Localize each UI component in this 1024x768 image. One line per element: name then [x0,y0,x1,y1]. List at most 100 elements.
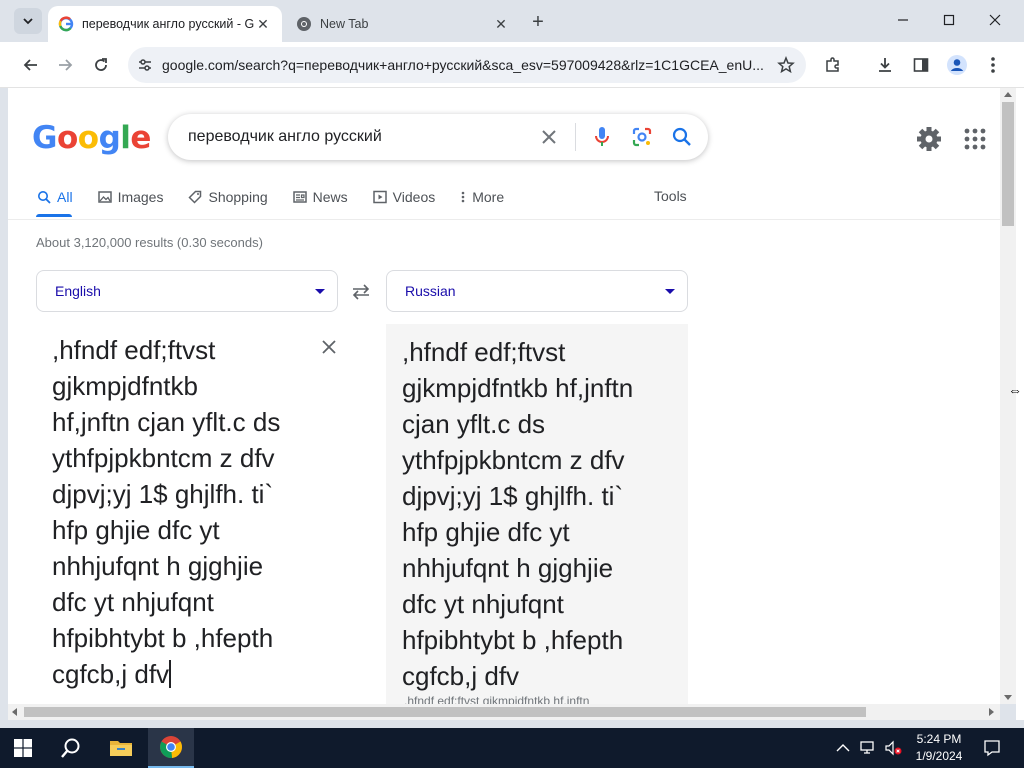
settings-gear-icon[interactable] [916,126,942,152]
nav-label: More [472,189,505,205]
maximize-icon [943,14,955,26]
scroll-right-arrow-icon[interactable] [989,708,994,716]
downloads-button[interactable] [870,50,900,80]
download-icon [879,58,891,72]
search-input[interactable]: переводчик англо русский [168,128,529,146]
file-explorer-button[interactable] [98,728,144,768]
puzzle-icon [826,57,839,72]
address-bar[interactable]: google.com/search?q=переводчик+англо+рус… [128,47,806,83]
target-language-select[interactable]: Russian [386,270,688,312]
bookmark-star-icon[interactable] [766,47,806,83]
avatar-icon [947,55,967,75]
tab-close-icon[interactable]: ✕ [254,15,272,33]
profile-button[interactable] [942,50,972,80]
system-tray [836,728,902,768]
voice-search-icon[interactable] [582,114,622,160]
arrow-right-icon [59,59,73,71]
tab-new-tab[interactable]: New Tab ✕ [286,6,520,42]
scroll-left-arrow-icon[interactable] [12,708,17,716]
horizontal-scrollbar[interactable] [8,704,1000,720]
scroll-up-arrow-icon[interactable] [1004,92,1012,97]
minimize-button[interactable] [880,0,926,40]
nav-tab-all[interactable]: All [36,184,73,210]
clear-search-icon[interactable] [529,128,569,146]
page-content: Google переводчик англо русский All Imag… [8,88,1000,704]
notifications-button[interactable] [980,736,1004,760]
nav-tab-videos[interactable]: Videos [372,184,435,210]
swap-icon [352,284,370,300]
source-language-select[interactable]: English [36,270,338,312]
chrome-menu-button[interactable] [978,50,1008,80]
translation-text: ,hfndf edf;ftvst gjkmpjdfntkb hf,jnftn c… [402,337,634,691]
tools-button[interactable]: Tools [654,188,687,204]
nav-active-indicator [36,214,72,217]
clock-time: 5:24 PM [916,732,962,746]
side-panel-button[interactable] [906,50,936,80]
more-vert-icon [991,57,995,73]
search-box[interactable]: переводчик англо русский [168,114,708,160]
taskbar-clock[interactable]: 5:24 PM 1/9/2024 [900,731,978,765]
nav-tab-images[interactable]: Images [97,184,163,210]
minimize-icon [898,19,908,21]
nav-label: All [57,189,73,205]
chrome-taskbar-button[interactable] [148,728,194,768]
start-button[interactable] [0,728,46,768]
text-cursor [169,660,172,688]
clear-source-icon[interactable] [318,336,340,358]
more-vert-icon [459,189,467,205]
tab-close-icon[interactable]: ✕ [492,15,510,33]
maximize-button[interactable] [926,0,972,40]
browser-toolbar: google.com/search?q=переводчик+англо+рус… [0,42,1024,88]
reload-icon [95,58,107,71]
source-text-input[interactable]: ,hfndf edf;ftvst gjkmpjdfntkb hf,jnftn c… [52,332,322,692]
notification-icon [984,740,1000,757]
result-stats: About 3,120,000 results (0.30 seconds) [36,235,263,250]
search-icon [61,738,80,758]
address-url[interactable]: google.com/search?q=переводчик+англо+рус… [162,57,766,73]
google-favicon-icon [58,16,74,32]
search-divider [575,123,576,151]
play-icon [372,189,388,205]
chevron-up-icon[interactable] [836,743,850,753]
tab-google-search[interactable]: переводчик англо русский - Google ✕ [48,6,282,42]
transliteration-text: ,hfndf edf;ftvst gjkmpjdfntkb hf,jnftn [404,694,590,704]
vertical-scroll-thumb[interactable] [1002,102,1014,226]
reload-button[interactable] [86,50,116,80]
scroll-down-arrow-icon[interactable] [1004,695,1012,700]
tab-strip: переводчик англо русский - Google ✕ New … [0,0,1024,42]
chrome-favicon-icon [297,17,311,31]
clock-date: 1/9/2024 [915,749,963,763]
source-text: ,hfndf edf;ftvst gjkmpjdfntkb hf,jnftn c… [52,335,281,689]
nav-tab-news[interactable]: News [292,184,348,210]
nav-divider [8,219,1000,220]
site-info-tune-icon[interactable] [128,47,162,83]
nav-label: Shopping [208,189,268,205]
network-icon[interactable] [860,740,878,756]
screen: переводчик англо русский - Google ✕ New … [0,0,1024,768]
target-language-label: Russian [405,283,456,299]
lens-camera-icon[interactable] [622,114,662,160]
close-window-button[interactable] [972,0,1018,40]
dropdown-caret-icon [665,289,675,294]
news-icon [292,189,308,205]
google-apps-icon[interactable] [962,126,988,152]
forward-button[interactable] [50,50,80,80]
translation-output: ,hfndf edf;ftvst gjkmpjdfntkb hf,jnftn c… [386,324,688,704]
nav-tab-shopping[interactable]: Shopping [187,184,268,210]
taskbar-search-button[interactable] [48,728,94,768]
tab-search-button[interactable] [14,8,42,34]
nav-tab-more[interactable]: More [459,184,504,210]
back-button[interactable] [16,50,46,80]
google-logo[interactable]: Google [32,120,151,156]
windows-logo-icon [14,739,32,757]
resize-cursor-icon: ⇔ [1008,382,1022,398]
horizontal-scroll-thumb[interactable] [24,707,866,717]
tab-title: переводчик англо русский - Google [82,17,254,31]
swap-languages-button[interactable] [348,280,374,304]
search-icon[interactable] [662,114,702,160]
tag-icon [187,189,203,205]
new-tab-plus-icon[interactable]: + [526,10,550,34]
chevron-down-icon [23,18,33,25]
extensions-button[interactable] [818,50,848,80]
close-icon [989,14,1001,26]
